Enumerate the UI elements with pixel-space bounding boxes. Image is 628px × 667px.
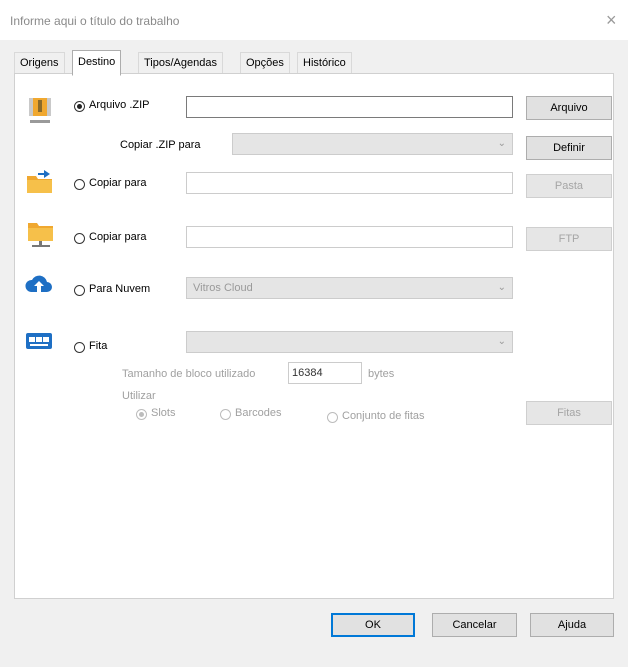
network-folder-icon — [26, 219, 54, 247]
close-icon[interactable]: × — [606, 10, 617, 31]
tab-tipos-agendas[interactable]: Tipos/Agendas — [138, 52, 223, 73]
ftp-button[interactable]: FTP — [526, 227, 612, 251]
tapes-button[interactable]: Fitas — [526, 401, 612, 425]
zip-archive-icon — [26, 96, 54, 124]
block-unit-label: bytes — [368, 368, 395, 380]
cloud-select-value: Vitros Cloud — [193, 282, 253, 294]
copy-zip-label: Copiar .ZIP para — [120, 139, 201, 151]
chevron-down-icon: ⌄ — [497, 282, 506, 293]
title-bar: Informe aqui o título do trabalho × — [0, 0, 628, 40]
zip-radio[interactable] — [74, 101, 85, 112]
use-label: Utilizar — [122, 390, 156, 402]
job-title-field[interactable]: Informe aqui o título do trabalho — [10, 14, 179, 28]
copy-ftp-radio[interactable] — [74, 233, 85, 244]
copy-zip-select[interactable]: ⌄ — [232, 133, 513, 155]
tape-radio[interactable] — [74, 342, 85, 353]
tab-destino[interactable]: Destino — [72, 50, 122, 76]
zip-path-input[interactable] — [186, 96, 513, 118]
copy-folder-label: Copiar para — [89, 177, 147, 189]
cloud-radio[interactable] — [74, 285, 85, 296]
barcodes-label: Barcodes — [235, 407, 282, 419]
help-button[interactable]: Ajuda — [530, 613, 614, 637]
chevron-down-icon: ⌄ — [497, 138, 506, 149]
copy-ftp-path-input[interactable] — [186, 226, 513, 248]
tab-origens[interactable]: Origens — [14, 52, 65, 73]
copy-folder-path-input[interactable] — [186, 172, 513, 194]
tape-select[interactable]: ⌄ — [186, 331, 513, 353]
cloud-upload-icon — [24, 272, 52, 300]
tape-label: Fita — [89, 340, 108, 352]
tape-set-radio[interactable] — [327, 412, 338, 423]
folder-copy-icon — [26, 168, 54, 196]
barcodes-radio[interactable] — [220, 409, 231, 420]
zip-browse-button[interactable]: Arquivo — [526, 96, 612, 120]
cloud-select[interactable]: Vitros Cloud ⌄ — [186, 277, 513, 299]
tab-opcoes[interactable]: Opções — [240, 52, 290, 73]
cloud-label: Para Nuvem — [89, 283, 151, 295]
cancel-button[interactable]: Cancelar — [432, 613, 517, 637]
block-size-input[interactable] — [288, 362, 362, 384]
copy-ftp-label: Copiar para — [89, 231, 147, 243]
tab-historico[interactable]: Histórico — [297, 52, 352, 73]
tape-drive-icon — [24, 329, 52, 357]
zip-radio-label: Arquivo .ZIP — [89, 99, 150, 111]
slots-radio[interactable] — [136, 409, 147, 420]
tape-set-label: Conjunto de fitas — [342, 410, 425, 422]
ok-button[interactable]: OK — [331, 613, 415, 637]
block-size-label: Tamanho de bloco utilizado — [122, 368, 256, 380]
copy-folder-radio[interactable] — [74, 179, 85, 190]
chevron-down-icon: ⌄ — [497, 336, 506, 347]
folder-button[interactable]: Pasta — [526, 174, 612, 198]
define-button[interactable]: Definir — [526, 136, 612, 160]
slots-label: Slots — [151, 407, 176, 419]
